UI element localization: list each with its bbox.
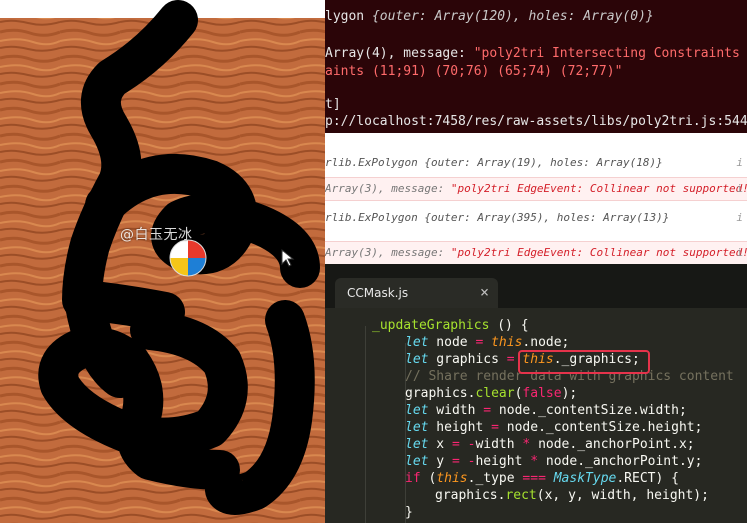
- code-line: let width = node._contentSize.width;: [405, 403, 687, 418]
- editor-tab-bar: CCMask.js ×: [325, 264, 747, 308]
- indent-guide: [365, 326, 366, 523]
- tab-label: CCMask.js: [347, 286, 409, 300]
- code-line: let height = node._contentSize.height;: [405, 420, 703, 435]
- console-error-group: lygon {outer: Array(120), holes: Array(0…: [325, 0, 747, 133]
- console-row[interactable]: rlib.ExPolygon {outer: Array(395), holes…: [325, 207, 747, 229]
- console-row[interactable]: Array(3), message: "poly2tri EdgeEvent: …: [325, 177, 747, 201]
- code-line: let x = -width * node._anchorPoint.x;: [405, 437, 695, 452]
- highlight-box: [518, 350, 650, 374]
- tab-ccmask[interactable]: CCMask.js ×: [335, 278, 498, 308]
- code-line: if (this._type === MaskType.RECT) {: [405, 471, 679, 486]
- code-editor: CCMask.js × _updateGraphics () { let nod…: [325, 264, 747, 523]
- code-line: graphics.clear(false);: [405, 386, 578, 401]
- beach-ball: [169, 239, 207, 277]
- devtools-console: lygon {outer: Array(120), holes: Array(0…: [325, 0, 747, 264]
- console-line-polygon: lygon {outer: Array(120), holes: Array(0…: [325, 9, 654, 24]
- code-line: let y = -height * node._anchorPoint.y;: [405, 454, 703, 469]
- code-line: }: [405, 505, 413, 520]
- console-line-error: Array(4), message: "poly2tri Intersectin…: [325, 46, 747, 61]
- console-line-bracket: t]: [325, 97, 341, 112]
- watermark-text: @白玉无冰: [120, 227, 193, 243]
- console-line-constraints: aints (11;91) (70;76) (65;74) (72;77)": [325, 64, 623, 79]
- code-line: graphics.rect(x, y, width, height);: [435, 488, 709, 503]
- code-area[interactable]: _updateGraphics () { let node = this.nod…: [325, 308, 747, 523]
- close-icon[interactable]: ×: [480, 283, 489, 301]
- console-row[interactable]: Array(3), message: "poly2tri EdgeEvent: …: [325, 241, 747, 264]
- console-source-link[interactable]: p://localhost:7458/res/raw-assets/libs/p…: [325, 114, 747, 129]
- code-line: _updateGraphics () {: [372, 318, 529, 333]
- game-canvas[interactable]: [0, 0, 325, 523]
- code-line: let node = this.node;: [405, 335, 570, 350]
- game-view[interactable]: @白玉无冰: [0, 0, 325, 523]
- console-row[interactable]: rlib.ExPolygon {outer: Array(19), holes:…: [325, 152, 747, 174]
